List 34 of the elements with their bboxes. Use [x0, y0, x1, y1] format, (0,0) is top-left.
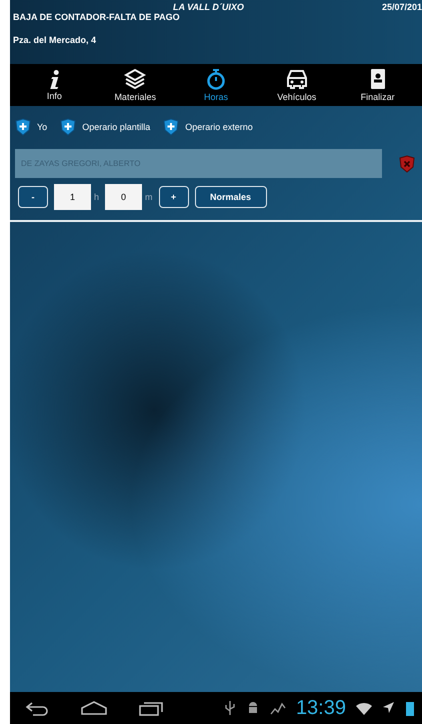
battery-icon — [406, 700, 414, 716]
address-text: Pza. del Mercado, 4 — [13, 35, 98, 45]
tab[interactable]: Finalizar — [337, 64, 418, 106]
add-operator-button[interactable]: Operario plantilla — [59, 118, 150, 136]
add-operator-button[interactable]: Yo — [14, 118, 48, 136]
clock-text: 13:39 — [296, 696, 346, 720]
minutes-unit: m — [145, 192, 153, 202]
plus-shield-icon — [14, 118, 32, 136]
tab[interactable]: Vehículos — [256, 64, 338, 106]
tab[interactable]: Horas — [176, 64, 256, 106]
town-name: LA VALL D´UIXO — [173, 2, 244, 12]
delete-icon[interactable] — [398, 154, 416, 172]
tab[interactable]: Materiales — [94, 64, 176, 106]
layers-icon — [124, 68, 146, 90]
recent-apps-icon[interactable] — [138, 700, 164, 716]
plus-shield-icon — [162, 118, 180, 136]
date-text: 25/07/201 — [382, 2, 422, 12]
add-operator-button[interactable]: Operario externo — [162, 118, 253, 136]
hour-type-button[interactable]: Normales — [194, 186, 267, 208]
hours-field[interactable]: 1 — [54, 184, 91, 210]
decrease-button[interactable]: - — [18, 186, 48, 208]
job-title: BAJA DE CONTADOR-FALTA DE PAGO — [13, 12, 181, 22]
increase-button[interactable]: + — [158, 186, 189, 208]
info-icon — [50, 70, 59, 88]
minutes-field[interactable]: 0 — [105, 184, 142, 210]
plus-shield-icon — [59, 118, 78, 136]
home-icon[interactable] — [80, 701, 108, 715]
stopwatch-icon — [204, 68, 227, 90]
back-icon[interactable] — [24, 700, 50, 716]
tab[interactable]: Info — [14, 64, 95, 106]
wifi-icon — [356, 702, 372, 714]
activity-icon — [270, 701, 286, 715]
hours-unit: h — [94, 192, 100, 202]
usb-icon — [224, 700, 236, 716]
